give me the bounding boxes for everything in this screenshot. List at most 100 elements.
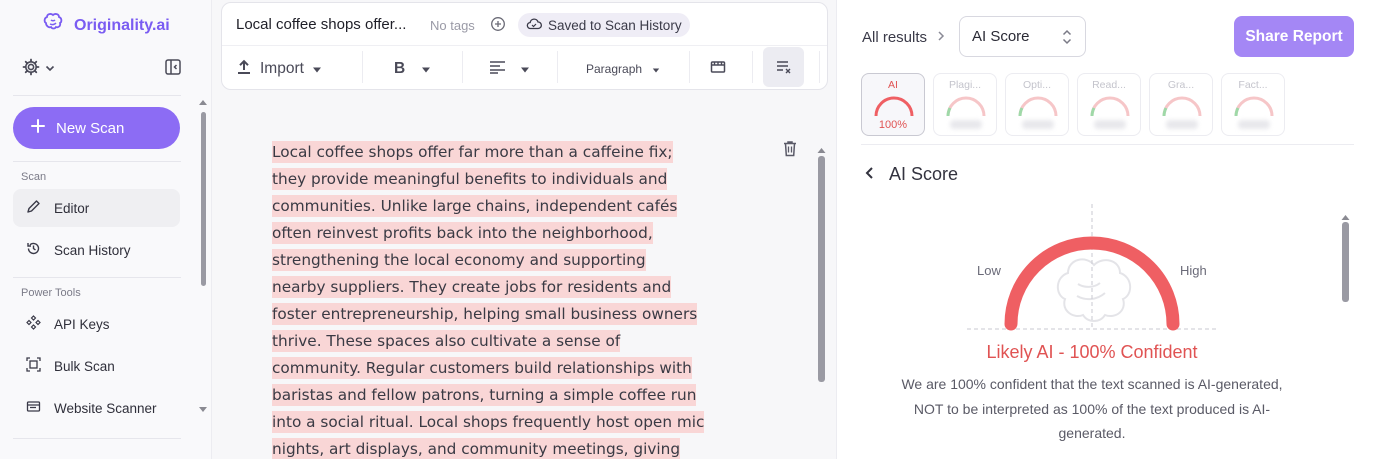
tab-fact-check[interactable]: Fact... bbox=[1221, 73, 1285, 136]
sidebar-item-scan-history[interactable]: Scan History bbox=[13, 231, 180, 269]
highlighted-line: Local coffee shops offer far more than a… bbox=[272, 141, 673, 163]
highlighted-line: nearby suppliers. They create jobs for r… bbox=[272, 276, 672, 298]
brain-logo-icon bbox=[42, 12, 66, 39]
chevron-right-icon bbox=[937, 29, 945, 46]
select-value: AI Score bbox=[972, 28, 1030, 45]
blurred-value bbox=[1022, 120, 1054, 129]
mini-gauge-icon bbox=[946, 96, 986, 117]
delete-button[interactable] bbox=[782, 140, 798, 162]
gauge-low-label: Low bbox=[977, 263, 1001, 278]
gear-icon bbox=[22, 58, 40, 81]
breadcrumb[interactable]: All results bbox=[862, 29, 945, 46]
settings-menu[interactable] bbox=[22, 58, 56, 81]
upload-icon bbox=[236, 59, 252, 80]
tags-label: No tags bbox=[430, 18, 475, 33]
ai-verdict: Likely AI - 100% Confident bbox=[986, 342, 1198, 362]
sidebar-item-label: Editor bbox=[54, 200, 90, 216]
blurred-value bbox=[950, 120, 982, 129]
section-label-power-tools: Power Tools bbox=[21, 287, 81, 299]
results-scrollbar-thumb[interactable] bbox=[1342, 222, 1349, 302]
blurred-value bbox=[1094, 120, 1126, 129]
brand-logo[interactable]: Originality.ai bbox=[42, 12, 170, 39]
results-panel: All results AI Score Share Report AI 100… bbox=[836, 0, 1380, 459]
divider bbox=[462, 51, 463, 83]
align-left-icon bbox=[489, 60, 506, 79]
highlighted-line: thrive. These spaces also cultivate a se… bbox=[272, 330, 621, 352]
new-scan-button[interactable]: New Scan bbox=[13, 107, 180, 149]
saved-status-badge: Saved to Scan History bbox=[518, 13, 690, 37]
divider bbox=[362, 51, 363, 83]
tab-label: Gra... bbox=[1167, 79, 1195, 91]
paragraph-label: Paragraph bbox=[586, 62, 643, 76]
editor-content[interactable]: Local coffee shops offer far more than a… bbox=[221, 96, 833, 459]
bold-button[interactable]: B bbox=[394, 55, 431, 83]
document-title[interactable]: Local coffee shops offer... bbox=[236, 16, 406, 33]
tab-plagiarism[interactable]: Plagi... bbox=[933, 73, 997, 136]
tab-label: Fact... bbox=[1238, 79, 1268, 91]
highlighted-line: nights, art displays, and community meet… bbox=[272, 438, 681, 459]
sidebar-item-label: Bulk Scan bbox=[54, 358, 115, 374]
sidebar-item-bulk-scan[interactable]: Bulk Scan bbox=[13, 347, 180, 385]
ai-explanation: We are 100% confident that the text scan… bbox=[901, 376, 1283, 441]
chevron-down-icon bbox=[44, 61, 56, 79]
tab-optimization[interactable]: Opti... bbox=[1005, 73, 1069, 136]
tab-readability[interactable]: Read... bbox=[1077, 73, 1141, 136]
blurred-value bbox=[1238, 120, 1270, 129]
share-report-button[interactable]: Share Report bbox=[1234, 16, 1354, 57]
sidebar-scrollbar-thumb[interactable] bbox=[201, 112, 206, 286]
ai-score-header[interactable]: AI Score bbox=[865, 164, 958, 185]
blurred-value bbox=[1166, 120, 1198, 129]
mini-gauge-icon bbox=[1090, 96, 1130, 117]
tab-label: Read... bbox=[1092, 79, 1126, 91]
media-button[interactable] bbox=[710, 55, 726, 83]
highlighted-line: often reinvest profits back into the nei… bbox=[272, 222, 653, 244]
add-tag-button[interactable] bbox=[490, 16, 506, 37]
brand-name: Originality.ai bbox=[74, 16, 170, 34]
breadcrumb-all-results[interactable]: All results bbox=[862, 29, 927, 46]
caret-down-icon bbox=[312, 60, 322, 78]
cloud-check-icon bbox=[526, 17, 542, 34]
tab-ai-score[interactable]: AI 100% bbox=[861, 73, 925, 136]
tab-label: Opti... bbox=[1022, 79, 1051, 91]
sidebar-item-api-keys[interactable]: API Keys bbox=[13, 305, 180, 343]
highlighted-line: strengthening the local economy and supp… bbox=[272, 249, 646, 271]
clear-formatting-button[interactable] bbox=[763, 47, 804, 87]
divider bbox=[13, 438, 181, 439]
saved-status-label: Saved to Scan History bbox=[548, 17, 682, 33]
editor-scrollbar-thumb[interactable] bbox=[818, 156, 825, 382]
highlighted-line: into a social ritual. Local shops freque… bbox=[272, 411, 705, 433]
document-text[interactable]: Local coffee shops offer far more than a… bbox=[272, 139, 732, 459]
import-button[interactable]: Import bbox=[236, 55, 322, 83]
import-label: Import bbox=[260, 60, 304, 77]
trash-icon bbox=[784, 141, 796, 157]
sidebar-item-editor[interactable]: Editor bbox=[13, 189, 180, 227]
clear-format-icon bbox=[776, 61, 790, 74]
tab-value: 100% bbox=[878, 119, 908, 131]
sidebar-collapse-icon bbox=[165, 59, 181, 75]
highlighted-line: foster entrepreneurship, helping small b… bbox=[272, 303, 698, 325]
paragraph-style-dropdown[interactable]: Paragraph bbox=[586, 55, 660, 83]
chevron-left-icon[interactable] bbox=[865, 164, 875, 185]
bulk-scan-icon bbox=[26, 357, 41, 375]
caret-down-icon bbox=[652, 62, 660, 76]
divider bbox=[13, 277, 181, 278]
result-type-select[interactable]: AI Score bbox=[959, 16, 1086, 57]
section-label-scan: Scan bbox=[21, 171, 47, 183]
highlighted-line: they provide meaningful benefits to indi… bbox=[272, 168, 668, 190]
gauge-high-label: High bbox=[1180, 263, 1207, 278]
align-button[interactable] bbox=[489, 55, 530, 83]
collapse-sidebar-button[interactable] bbox=[164, 58, 182, 81]
section-title: AI Score bbox=[889, 164, 959, 184]
plus-circle-icon bbox=[491, 17, 505, 31]
sidebar-item-website-scanner[interactable]: Website Scanner bbox=[13, 389, 180, 427]
api-icon bbox=[26, 315, 41, 333]
plus-icon bbox=[30, 118, 46, 138]
tab-grammar[interactable]: Gra... bbox=[1149, 73, 1213, 136]
mini-gauge-icon bbox=[1162, 96, 1202, 117]
caret-down-icon bbox=[421, 60, 431, 78]
website-icon bbox=[26, 399, 41, 417]
divider bbox=[222, 45, 827, 46]
sidebar-item-label: Scan History bbox=[54, 242, 131, 258]
tab-label: AI bbox=[888, 79, 898, 91]
mini-gauge-icon bbox=[1234, 96, 1274, 117]
